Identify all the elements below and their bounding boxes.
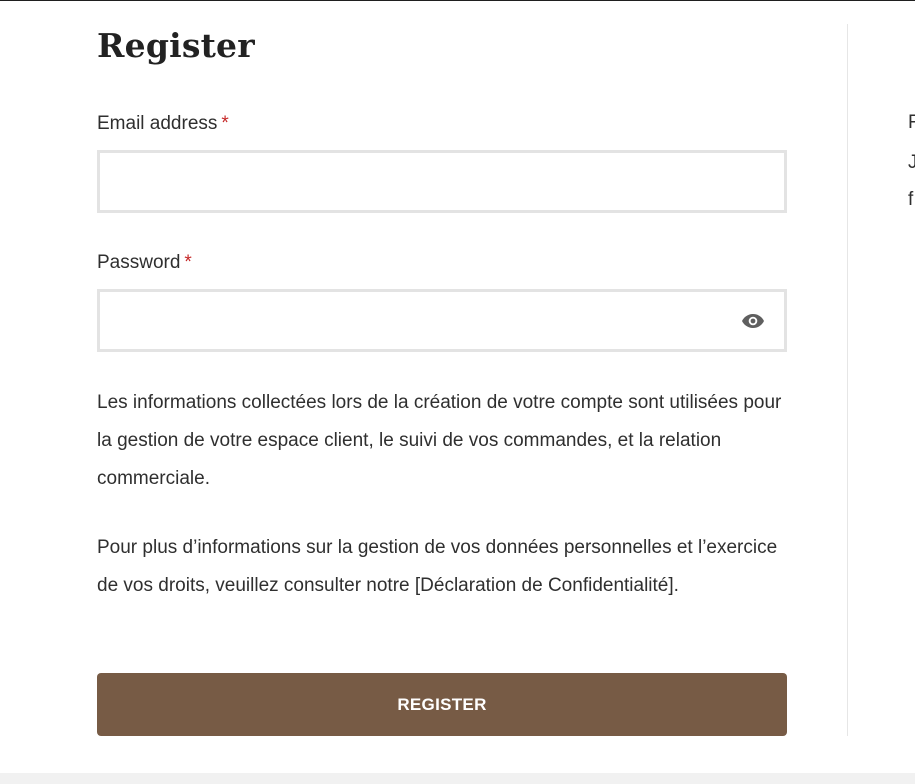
privacy-policy-link[interactable]: [Déclaration de Confidentialité] <box>415 575 674 596</box>
password-label: Password * <box>97 251 192 275</box>
column-divider <box>847 24 848 736</box>
password-required-mark: * <box>184 252 192 273</box>
side-column-text-3: f <box>908 189 914 210</box>
email-label-text: Email address <box>97 113 218 134</box>
password-label-text: Password <box>97 252 181 273</box>
bottom-bar <box>0 773 915 784</box>
privacy-notice-2: Pour plus d’informations sur la gestion … <box>97 529 797 605</box>
privacy-notice-2-end: . <box>673 575 679 596</box>
email-field[interactable] <box>100 153 784 210</box>
email-required-mark: * <box>221 113 229 134</box>
side-column-text-2: J <box>908 152 915 173</box>
email-field-box <box>97 150 787 213</box>
page-title: Register <box>97 26 255 65</box>
password-field[interactable] <box>100 292 784 349</box>
register-button[interactable]: REGISTER <box>97 673 787 736</box>
top-border <box>0 0 915 1</box>
side-column-text-1: F <box>908 112 915 133</box>
email-label: Email address * <box>97 112 229 136</box>
privacy-notice-1: Les informations collectées lors de la c… <box>97 392 782 489</box>
password-field-box <box>97 289 787 352</box>
eye-icon[interactable] <box>741 312 765 330</box>
